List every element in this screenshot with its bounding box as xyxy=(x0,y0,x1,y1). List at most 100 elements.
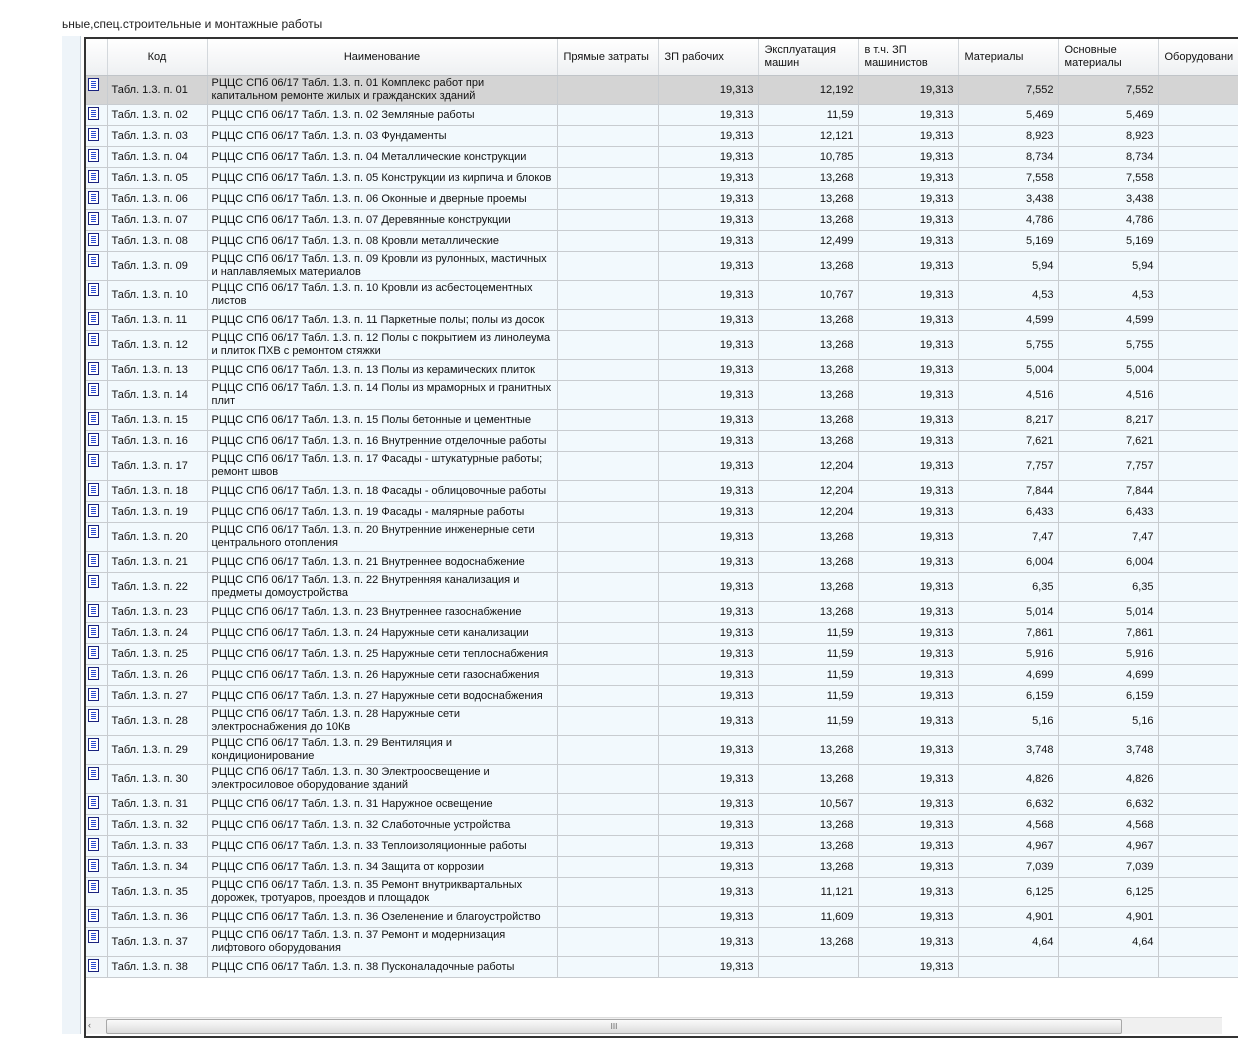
cell-direct-costs[interactable] xyxy=(557,104,659,126)
cell-operator-wages[interactable]: 19,313 xyxy=(858,188,959,210)
cell-machine-operation[interactable]: 12,204 xyxy=(758,501,859,523)
cell-workers-wages[interactable]: 19,313 xyxy=(658,735,759,765)
table-row[interactable]: Табл. 1.3. п. 18 РЦЦС СПб 06/17 Табл. 1.3… xyxy=(86,480,1238,502)
cell-machine-operation[interactable]: 13,268 xyxy=(758,251,859,281)
cell-code[interactable]: Табл. 1.3. п. 27 xyxy=(107,685,208,707)
cell-equipment[interactable] xyxy=(1158,309,1238,331)
cell-operator-wages[interactable]: 19,313 xyxy=(858,927,959,957)
cell-direct-costs[interactable] xyxy=(557,664,659,686)
cell-equipment[interactable] xyxy=(1158,927,1238,957)
cell-materials[interactable]: 7,861 xyxy=(958,622,1059,644)
cell-name[interactable]: РЦЦС СПб 06/17 Табл. 1.3. п. 32 Слаботоч… xyxy=(207,814,558,836)
cell-main-materials[interactable]: 6,004 xyxy=(1058,551,1159,573)
row-icon-cell[interactable] xyxy=(86,451,108,481)
cell-equipment[interactable] xyxy=(1158,735,1238,765)
cell-materials[interactable]: 5,004 xyxy=(958,359,1059,381)
cell-name[interactable]: РЦЦС СПб 06/17 Табл. 1.3. п. 38 Пусконал… xyxy=(207,956,558,978)
cell-code[interactable]: Табл. 1.3. п. 09 xyxy=(107,251,208,281)
cell-code[interactable]: Табл. 1.3. п. 29 xyxy=(107,735,208,765)
cell-machine-operation[interactable]: 13,268 xyxy=(758,380,859,410)
cell-direct-costs[interactable] xyxy=(557,146,659,168)
header-machine-operation[interactable]: Эксплуатация машин xyxy=(758,39,859,76)
cell-workers-wages[interactable]: 19,313 xyxy=(658,104,759,126)
cell-materials[interactable]: 4,516 xyxy=(958,380,1059,410)
cell-code[interactable]: Табл. 1.3. п. 37 xyxy=(107,927,208,957)
cell-materials[interactable]: 5,755 xyxy=(958,330,1059,360)
cell-workers-wages[interactable]: 19,313 xyxy=(658,480,759,502)
cell-equipment[interactable] xyxy=(1158,856,1238,878)
cell-main-materials[interactable]: 6,125 xyxy=(1058,877,1159,907)
cell-name[interactable]: РЦЦС СПб 06/17 Табл. 1.3. п. 31 Наружное… xyxy=(207,793,558,815)
header-workers-wages[interactable]: ЗП рабочих xyxy=(658,39,759,76)
cell-equipment[interactable] xyxy=(1158,764,1238,794)
cell-main-materials[interactable]: 4,53 xyxy=(1058,280,1159,310)
row-icon-cell[interactable] xyxy=(86,309,108,331)
cell-operator-wages[interactable]: 19,313 xyxy=(858,601,959,623)
cell-equipment[interactable] xyxy=(1158,480,1238,502)
cell-operator-wages[interactable]: 19,313 xyxy=(858,835,959,857)
cell-main-materials[interactable]: 7,757 xyxy=(1058,451,1159,481)
cell-code[interactable]: Табл. 1.3. п. 14 xyxy=(107,380,208,410)
header-equipment[interactable]: Оборудовани xyxy=(1158,39,1238,76)
cell-materials[interactable] xyxy=(958,956,1059,978)
cell-code[interactable]: Табл. 1.3. п. 17 xyxy=(107,451,208,481)
cell-materials[interactable]: 4,53 xyxy=(958,280,1059,310)
cell-code[interactable]: Табл. 1.3. п. 04 xyxy=(107,146,208,168)
cell-direct-costs[interactable] xyxy=(557,643,659,665)
cell-operator-wages[interactable]: 19,313 xyxy=(858,664,959,686)
cell-name[interactable]: РЦЦС СПб 06/17 Табл. 1.3. п. 22 Внутренн… xyxy=(207,572,558,602)
cell-main-materials[interactable]: 3,748 xyxy=(1058,735,1159,765)
cell-machine-operation[interactable]: 12,204 xyxy=(758,480,859,502)
cell-operator-wages[interactable]: 19,313 xyxy=(858,359,959,381)
row-icon-cell[interactable] xyxy=(86,167,108,189)
cell-machine-operation[interactable]: 13,268 xyxy=(758,359,859,381)
cell-machine-operation[interactable]: 13,268 xyxy=(758,309,859,331)
cell-code[interactable]: Табл. 1.3. п. 32 xyxy=(107,814,208,836)
cell-direct-costs[interactable] xyxy=(557,956,659,978)
cell-machine-operation[interactable]: 13,268 xyxy=(758,735,859,765)
cell-code[interactable]: Табл. 1.3. п. 05 xyxy=(107,167,208,189)
cell-workers-wages[interactable]: 19,313 xyxy=(658,856,759,878)
cell-name[interactable]: РЦЦС СПб 06/17 Табл. 1.3. п. 21 Внутренн… xyxy=(207,551,558,573)
cell-name[interactable]: РЦЦС СПб 06/17 Табл. 1.3. п. 10 Кровли и… xyxy=(207,280,558,310)
cell-machine-operation[interactable]: 13,268 xyxy=(758,814,859,836)
cell-materials[interactable]: 8,217 xyxy=(958,409,1059,431)
cell-workers-wages[interactable]: 19,313 xyxy=(658,359,759,381)
row-icon-cell[interactable] xyxy=(86,764,108,794)
cell-code[interactable]: Табл. 1.3. п. 19 xyxy=(107,501,208,523)
cell-code[interactable]: Табл. 1.3. п. 07 xyxy=(107,209,208,231)
table-row[interactable]: Табл. 1.3. п. 02 РЦЦС СПб 06/17 Табл. 1.3… xyxy=(86,104,1238,126)
row-icon-cell[interactable] xyxy=(86,835,108,857)
row-icon-cell[interactable] xyxy=(86,927,108,957)
cell-machine-operation[interactable]: 11,59 xyxy=(758,664,859,686)
cell-machine-operation[interactable] xyxy=(758,956,859,978)
cell-code[interactable]: Табл. 1.3. п. 01 xyxy=(107,75,208,105)
row-icon-cell[interactable] xyxy=(86,685,108,707)
table-row[interactable]: Табл. 1.3. п. 17 РЦЦС СПб 06/17 Табл. 1.3… xyxy=(86,451,1238,481)
cell-machine-operation[interactable]: 13,268 xyxy=(758,572,859,602)
cell-main-materials[interactable]: 6,35 xyxy=(1058,572,1159,602)
cell-name[interactable]: РЦЦС СПб 06/17 Табл. 1.3. п. 25 Наружные… xyxy=(207,643,558,665)
cell-name[interactable]: РЦЦС СПб 06/17 Табл. 1.3. п. 18 Фасады -… xyxy=(207,480,558,502)
cell-operator-wages[interactable]: 19,313 xyxy=(858,877,959,907)
cell-machine-operation[interactable]: 11,59 xyxy=(758,622,859,644)
cell-materials[interactable]: 7,47 xyxy=(958,522,1059,552)
cell-name[interactable]: РЦЦС СПб 06/17 Табл. 1.3. п. 16 Внутренн… xyxy=(207,430,558,452)
cell-workers-wages[interactable]: 19,313 xyxy=(658,664,759,686)
cell-name[interactable]: РЦЦС СПб 06/17 Табл. 1.3. п. 13 Полы из … xyxy=(207,359,558,381)
cell-main-materials[interactable]: 6,159 xyxy=(1058,685,1159,707)
cell-direct-costs[interactable] xyxy=(557,551,659,573)
cell-equipment[interactable] xyxy=(1158,835,1238,857)
table-row[interactable]: Табл. 1.3. п. 25 РЦЦС СПб 06/17 Табл. 1.3… xyxy=(86,643,1238,665)
row-icon-cell[interactable] xyxy=(86,706,108,736)
table-row[interactable]: Табл. 1.3. п. 28 РЦЦС СПб 06/17 Табл. 1.3… xyxy=(86,706,1238,736)
header-code[interactable]: Код xyxy=(107,39,208,76)
cell-materials[interactable]: 5,169 xyxy=(958,230,1059,252)
cell-main-materials[interactable]: 6,433 xyxy=(1058,501,1159,523)
cell-operator-wages[interactable]: 19,313 xyxy=(858,167,959,189)
header-materials[interactable]: Материалы xyxy=(958,39,1059,76)
cell-operator-wages[interactable]: 19,313 xyxy=(858,572,959,602)
cell-materials[interactable]: 7,039 xyxy=(958,856,1059,878)
cell-equipment[interactable] xyxy=(1158,877,1238,907)
table-row[interactable]: Табл. 1.3. п. 01 РЦЦС СПб 06/17 Табл. 1.3… xyxy=(86,75,1238,105)
